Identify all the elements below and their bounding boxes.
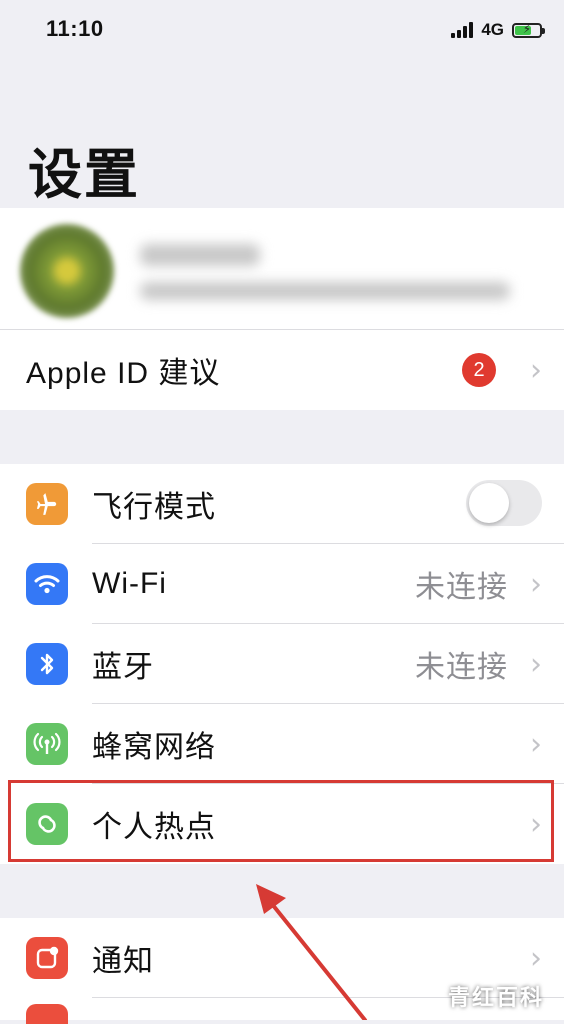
chevron-right-icon: › bbox=[530, 940, 542, 976]
apple-id-suggestions-label: Apple ID 建议 bbox=[26, 357, 221, 390]
personal-hotspot-label: 个人热点 bbox=[92, 811, 216, 844]
notifications-label: 通知 bbox=[92, 945, 154, 978]
status-bar: 11:10 4G ⚡ bbox=[0, 0, 564, 60]
blurred-name bbox=[140, 244, 260, 266]
airplane-icon bbox=[26, 483, 68, 525]
chevron-right-icon: › bbox=[530, 566, 542, 602]
chevron-right-icon: › bbox=[530, 352, 542, 388]
page-title: 设置 bbox=[28, 145, 140, 205]
status-time: 11:10 bbox=[46, 16, 104, 41]
battery-icon: ⚡ bbox=[512, 22, 545, 38]
wifi-status: 未连接 bbox=[415, 571, 508, 604]
wifi-label: Wi-Fi bbox=[92, 567, 167, 600]
chevron-right-icon: › bbox=[530, 806, 542, 842]
bluetooth-label: 蓝牙 bbox=[92, 651, 154, 684]
notifications-icon bbox=[26, 937, 68, 979]
chevron-right-icon: › bbox=[530, 646, 542, 682]
watermark: 青红百科 bbox=[447, 985, 544, 1010]
cellular-antenna-icon bbox=[26, 723, 68, 765]
blurred-subtitle bbox=[140, 282, 510, 300]
airplane-mode-row[interactable]: 飞行模式 bbox=[0, 464, 564, 544]
connectivity-group: 飞行模式 Wi-Fi 未连接 › 蓝牙 未连接 › 蜂窝网络 › 个人热点 › bbox=[0, 464, 564, 864]
signal-strength-icon bbox=[451, 22, 474, 38]
bluetooth-status: 未连接 bbox=[415, 651, 508, 684]
avatar bbox=[20, 224, 114, 318]
sounds-icon bbox=[26, 1004, 68, 1024]
apple-id-group: Apple ID 建议 2 › bbox=[0, 208, 564, 410]
wifi-row[interactable]: Wi-Fi 未连接 › bbox=[0, 544, 564, 624]
airplane-mode-label: 飞行模式 bbox=[92, 491, 216, 524]
cellular-label: 蜂窝网络 bbox=[92, 731, 216, 764]
annotation-arrow-icon bbox=[256, 884, 367, 1020]
hotspot-icon bbox=[26, 803, 68, 845]
apple-id-profile-row[interactable] bbox=[0, 208, 564, 330]
cellular-row[interactable]: 蜂窝网络 › bbox=[0, 704, 564, 784]
wifi-icon bbox=[26, 563, 68, 605]
airplane-mode-toggle[interactable] bbox=[466, 480, 542, 526]
apple-id-suggestions-row[interactable]: Apple ID 建议 2 › bbox=[0, 330, 564, 410]
chevron-right-icon: › bbox=[530, 726, 542, 762]
notification-badge: 2 bbox=[462, 353, 496, 387]
personal-hotspot-row[interactable]: 个人热点 › bbox=[0, 784, 564, 864]
bluetooth-icon bbox=[26, 643, 68, 685]
network-type: 4G bbox=[481, 20, 504, 39]
status-indicators: 4G ⚡ bbox=[451, 20, 545, 40]
bluetooth-row[interactable]: 蓝牙 未连接 › bbox=[0, 624, 564, 704]
